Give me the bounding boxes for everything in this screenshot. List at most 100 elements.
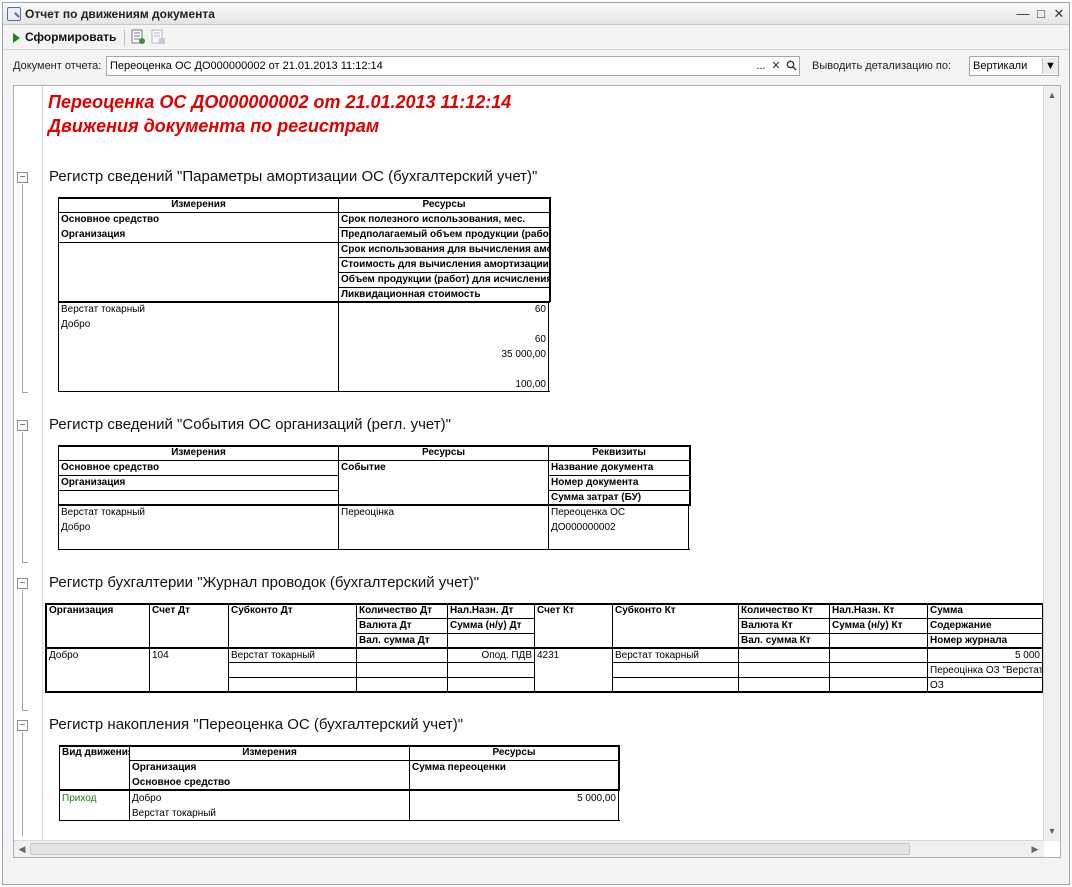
reg3-header-acc-kt: Счет Кт xyxy=(537,605,575,616)
reg1-res-label: Срок полезного использования, мес. xyxy=(341,214,526,225)
group-end-2 xyxy=(22,562,28,563)
report-window: Отчет по движениям документа — □ ✕ Сформ… xyxy=(2,2,1070,885)
reg3-header-content: Содержание xyxy=(930,620,992,631)
reg2-cell-asset: Верстат токарный xyxy=(61,507,146,518)
reg4-cell-org: Добро xyxy=(132,793,162,804)
chevron-down-icon[interactable]: ▼ xyxy=(1042,58,1058,74)
filter-bar: Документ отчета: Переоценка ОС ДО0000000… xyxy=(3,53,1069,81)
generate-button[interactable]: Сформировать xyxy=(9,28,120,47)
reg3-header-valsum-kt: Вал. сумма Кт xyxy=(741,635,811,646)
table-grid-line xyxy=(618,745,620,791)
maximize-icon[interactable]: □ xyxy=(1033,6,1049,22)
register-1-title: Регистр сведений "Параметры амортизации … xyxy=(49,168,538,185)
play-icon xyxy=(13,33,20,43)
reg1-cell-value: 60 xyxy=(534,304,546,315)
register-4-title: Регистр накопления "Переоценка ОС (бухга… xyxy=(49,716,464,733)
collapse-group-2-icon[interactable]: − xyxy=(17,420,28,431)
reg3-cell-acc-dt: 104 xyxy=(152,650,169,661)
reg1-dim-label: Организация xyxy=(61,229,126,240)
reg4-cell-kind: Приход xyxy=(62,793,97,804)
table-grid-line xyxy=(689,445,691,506)
reg2-dim-label: Организация xyxy=(61,477,126,488)
reg1-res-label: Предполагаемый объем продукции (работ) xyxy=(341,229,549,240)
reg3-cell-sub-dt: Верстат токарный xyxy=(231,650,316,661)
collapse-group-4-icon[interactable]: − xyxy=(17,720,28,731)
detail-select-value: Вертикали xyxy=(973,60,1028,72)
reg1-header-resources: Ресурсы xyxy=(422,199,466,210)
report-spreadsheet[interactable]: − − − − Переоценка ОС ДО000000002 от 21.… xyxy=(13,85,1061,858)
group-line-2 xyxy=(22,432,23,562)
reg3-header-sum-nu-kt: Сумма (н/у) Кт xyxy=(832,620,903,631)
reg4-cell-sum: 5 000,00 xyxy=(577,793,616,804)
horizontal-scroll-thumb[interactable] xyxy=(30,843,910,855)
detail-label: Выводить детализацию по: xyxy=(812,60,952,72)
reg4-res-label: Сумма переоценки xyxy=(412,762,506,773)
clear-icon[interactable]: ✕ xyxy=(768,58,784,74)
table-grid-line xyxy=(549,197,551,302)
reg1-cell-asset: Верстат токарный xyxy=(61,304,146,315)
close-icon[interactable]: ✕ xyxy=(1051,6,1067,22)
reg4-dim-label: Основное средство xyxy=(132,777,231,788)
scroll-down-icon[interactable]: ▼ xyxy=(1044,823,1060,839)
collapse-group-1-icon[interactable]: − xyxy=(17,172,28,183)
document-field[interactable]: Переоценка ОС ДО000000002 от 21.01.2013 … xyxy=(106,56,800,76)
report-magnifier-icon xyxy=(7,7,21,21)
scroll-left-icon[interactable]: ◀ xyxy=(14,841,30,857)
settings-list-icon[interactable] xyxy=(131,29,146,45)
group-end-1 xyxy=(22,392,28,393)
reg3-header-cur-kt: Валюта Кт xyxy=(741,620,793,631)
horizontal-scrollbar[interactable]: ◀ ▶ xyxy=(14,840,1044,857)
scroll-right-icon[interactable]: ▶ xyxy=(1027,841,1043,857)
generate-button-label: Сформировать xyxy=(25,30,117,44)
reg3-header-journal: Номер журнала xyxy=(930,635,1008,646)
table-grid-line xyxy=(58,549,690,550)
group-line-1 xyxy=(22,184,23,392)
document-label: Документ отчета: xyxy=(13,60,102,72)
reg4-header-kind: Вид движения xyxy=(62,747,129,758)
reg3-header-sub-dt: Субконто Дт xyxy=(231,605,293,616)
reg3-header-sum-nu-dt: Сумма (н/у) Дт xyxy=(450,620,522,631)
group-end-3 xyxy=(22,710,28,711)
reg1-cell-value: 35 000,00 xyxy=(501,349,547,360)
register-3-title: Регистр бухгалтерии "Журнал проводок (бу… xyxy=(49,574,480,591)
reg3-cell-content: Переоцінка ОЗ "Верстат токарный" xyxy=(930,665,1042,676)
reg3-header-qty-kt: Количество Кт xyxy=(741,605,814,616)
reg4-header-dimensions: Измерения xyxy=(242,747,297,758)
table-grid-line xyxy=(618,790,619,821)
window-title: Отчет по движениям документа xyxy=(25,7,215,21)
group-gutter: − − − − xyxy=(14,86,43,841)
reg3-cell-org: Добро xyxy=(49,650,79,661)
reg2-header-resources: Ресурсы xyxy=(421,447,466,458)
reg1-res-label: Срок использования для вычисления аморти… xyxy=(341,244,549,255)
reg3-header-sub-kt: Субконто Кт xyxy=(615,605,676,616)
title-bar: Отчет по движениям документа — □ ✕ xyxy=(3,3,1069,25)
select-button[interactable]: ... xyxy=(753,58,769,74)
reg1-res-label: Объем продукции (работ) для исчисления а… xyxy=(341,274,549,285)
report-title: Переоценка ОС ДО000000002 от 21.01.2013 … xyxy=(48,92,512,112)
table-grid-line xyxy=(58,490,339,491)
reg2-dim-label: Основное средство xyxy=(61,462,160,473)
table-grid-line xyxy=(228,677,534,678)
reg2-cell-event: Переоцінка xyxy=(341,507,395,518)
minimize-icon[interactable]: — xyxy=(1015,6,1031,22)
scroll-up-icon[interactable]: ▲ xyxy=(1044,87,1060,103)
reg2-cell-org: Добро xyxy=(61,522,91,533)
reg3-header-tax-dt: Нал.Назн. Дт xyxy=(450,605,514,616)
reg3-header-valsum-dt: Вал. сумма Дт xyxy=(359,635,430,646)
reg1-res-label: Стоимость для вычисления амортизации xyxy=(341,259,549,270)
search-icon[interactable] xyxy=(783,58,799,74)
reg1-dim-label: Основное средство xyxy=(61,214,160,225)
save-settings-icon[interactable] xyxy=(151,29,166,45)
detail-select[interactable]: Вертикали ▼ xyxy=(969,56,1059,76)
reg3-header-acc-dt: Счет Дт xyxy=(152,605,191,616)
vertical-scrollbar[interactable]: ▲ ▼ xyxy=(1043,86,1060,841)
reg1-res-label: Ликвидационная стоимость xyxy=(341,289,481,300)
table-grid-line xyxy=(45,691,1044,693)
reg1-cell-value: 60 xyxy=(534,334,546,345)
reg4-header-resources: Ресурсы xyxy=(492,747,536,758)
reg3-header-sum: Сумма xyxy=(930,605,963,616)
collapse-group-3-icon[interactable]: − xyxy=(17,578,28,589)
document-field-value: Переоценка ОС ДО000000002 от 21.01.2013 … xyxy=(110,60,383,72)
reg3-cell-sum: 5 000 xyxy=(1014,650,1040,661)
reg1-header-dimensions: Измерения xyxy=(171,199,226,210)
